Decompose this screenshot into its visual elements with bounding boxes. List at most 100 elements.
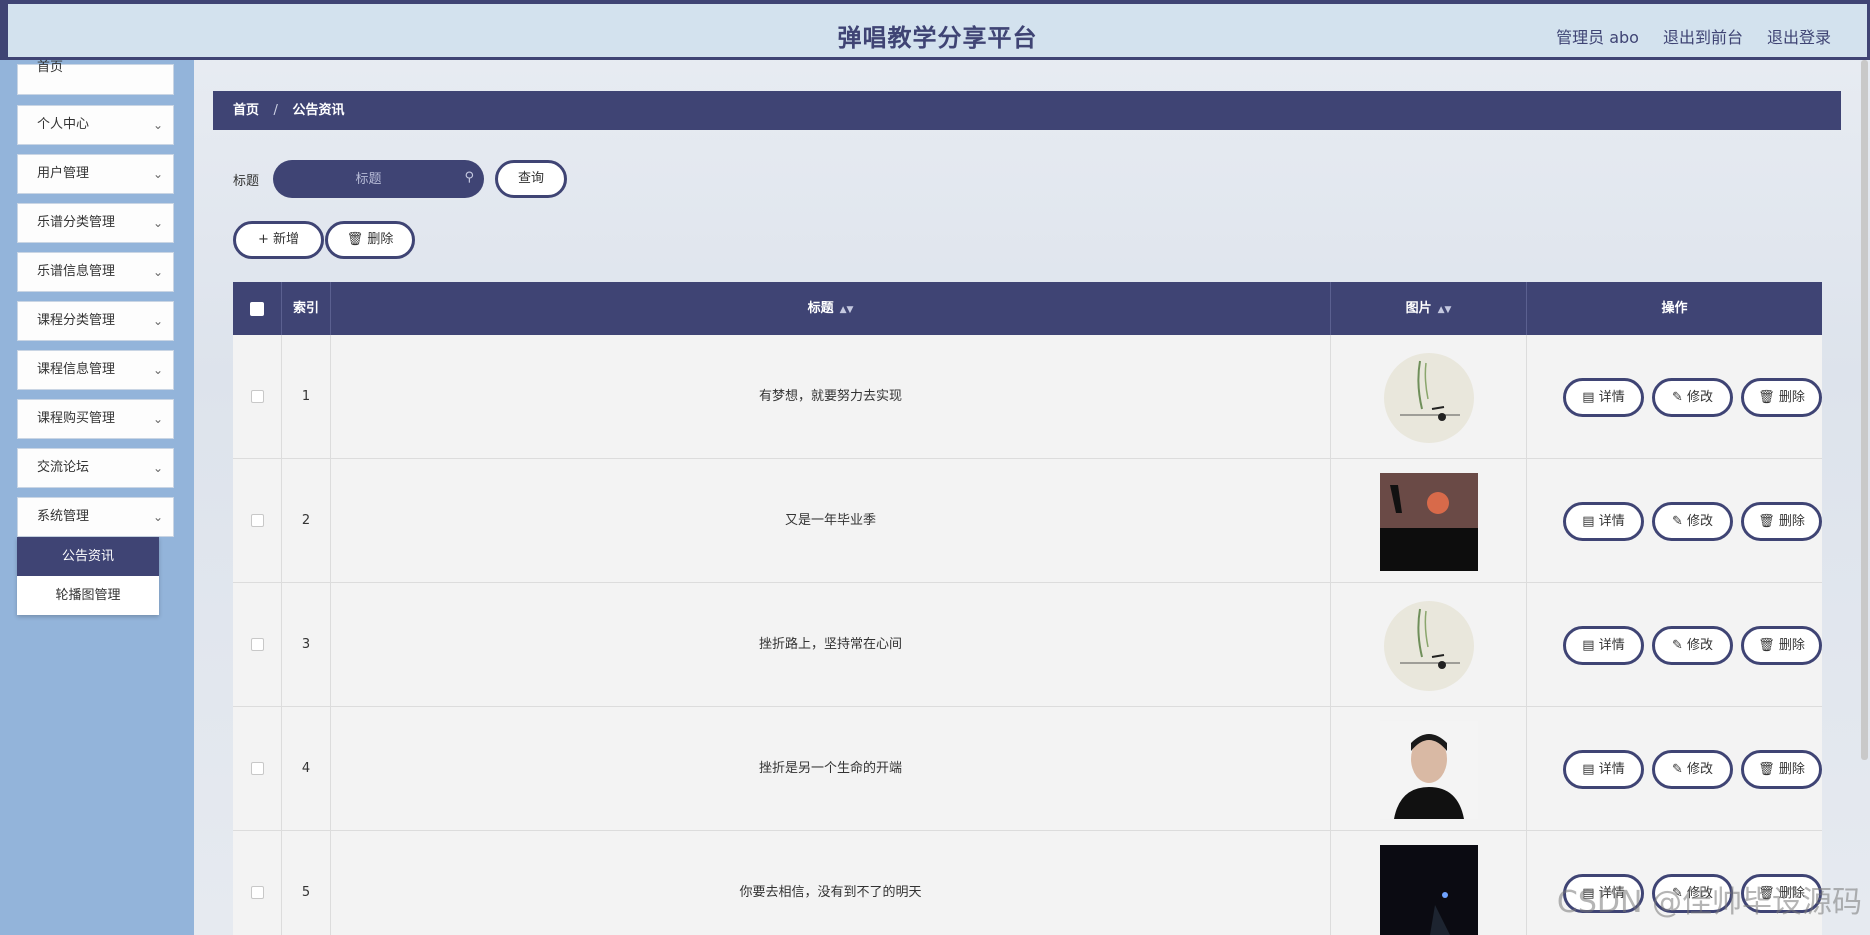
header-image[interactable]: 图片 ▲▼ xyxy=(1331,282,1527,335)
man-portrait-image[interactable] xyxy=(1380,721,1478,819)
sidebar-item-score-info[interactable]: 乐谱信息管理 ⌄ xyxy=(17,252,174,292)
header-index: 索引 xyxy=(282,282,331,335)
sidebar-item-profile[interactable]: 个人中心 ⌄ xyxy=(17,105,174,145)
row-select[interactable] xyxy=(233,583,282,707)
sidebar-item-course-purchase[interactable]: 课程购买管理 ⌄ xyxy=(17,399,174,439)
detail-button[interactable]: ▤ 详情 xyxy=(1563,378,1644,417)
sidebar-item-label: 交流论坛 xyxy=(37,460,90,475)
current-user: 管理员 abo xyxy=(1556,28,1639,47)
delete-button[interactable]: 🗑 删除 xyxy=(1741,626,1822,665)
row-image-cell xyxy=(1331,459,1527,583)
sidebar-item-course-info[interactable]: 课程信息管理 ⌄ xyxy=(17,350,174,390)
row-select[interactable] xyxy=(233,707,282,831)
logout-link[interactable]: 退出登录 xyxy=(1767,24,1831,48)
sort-icon[interactable]: ▲▼ xyxy=(1438,305,1452,315)
edit-label: 修改 xyxy=(1687,638,1714,653)
chevron-down-icon: ⌄ xyxy=(152,412,163,426)
header-links: 管理员 abo 退出到前台 退出登录 xyxy=(1556,24,1831,48)
detail-button[interactable]: ▤ 详情 xyxy=(1563,502,1644,541)
search-icon: ⚲ xyxy=(464,170,474,185)
row-title: 又是一年毕业季 xyxy=(331,459,1331,583)
edit-label: 修改 xyxy=(1687,514,1714,529)
row-checkbox[interactable] xyxy=(250,762,264,775)
night-dark-image[interactable] xyxy=(1380,845,1478,935)
header-select-all[interactable] xyxy=(233,282,282,335)
delete-label: 删除 xyxy=(1778,638,1805,653)
sidebar-item-score-category[interactable]: 乐谱分类管理 ⌄ xyxy=(17,203,174,243)
back-to-front-link[interactable]: 退出到前台 xyxy=(1663,24,1743,48)
top-header: 弹唱教学分享平台 管理员 abo 退出到前台 退出登录 xyxy=(0,0,1870,60)
chevron-down-icon: ⌄ xyxy=(152,461,163,475)
row-actions: ▤ 详情 ✎ 修改 🗑 删除 xyxy=(1546,335,1822,459)
edit-icon: ✎ xyxy=(1671,390,1683,405)
breadcrumb-home[interactable]: 首页 xyxy=(233,103,259,118)
row-actions: ▤ 详情 ✎ 修改 🗑 删除 xyxy=(1546,707,1822,831)
notice-table: 索引 标题 ▲▼ 图片 ▲▼ 操作 1 有梦想，就要努力去实现 ▤ 详情 ✎ 修改 … xyxy=(233,282,1822,935)
row-title: 挫折路上，坚持常在心间 xyxy=(331,583,1331,707)
delete-label: 删除 xyxy=(1778,762,1805,777)
sidebar-item-users[interactable]: 用户管理 ⌄ xyxy=(17,154,174,194)
edit-button[interactable]: ✎ 修改 xyxy=(1652,626,1733,665)
select-all-checkbox[interactable] xyxy=(250,301,264,316)
chevron-down-icon: ⌄ xyxy=(152,510,163,524)
willow-circle-image[interactable] xyxy=(1380,349,1478,447)
sidebar-item-system[interactable]: 系统管理 ⌄ xyxy=(17,497,174,537)
row-checkbox[interactable] xyxy=(250,638,264,651)
chevron-down-icon: ⌄ xyxy=(152,118,163,132)
detail-label: 详情 xyxy=(1598,390,1625,405)
row-index: 2 xyxy=(282,459,331,583)
breadcrumb-current: 公告资讯 xyxy=(292,103,345,118)
breadcrumb-separator: / xyxy=(273,103,278,118)
batch-delete-button[interactable]: 🗑 删除 xyxy=(325,221,415,259)
willow-circle-image[interactable] xyxy=(1380,597,1478,695)
chevron-down-icon: ⌄ xyxy=(152,363,163,377)
row-select[interactable] xyxy=(233,831,282,935)
sidebar-item-home[interactable]: 首页 xyxy=(17,61,174,95)
system-submenu: 公告资讯 轮播图管理 xyxy=(17,537,159,615)
trash-icon: 🗑 xyxy=(1758,762,1775,777)
edit-label: 修改 xyxy=(1687,390,1714,405)
watermark: CSDN @佳帅毕设源码 xyxy=(1556,885,1862,920)
table-row: 3 挫折路上，坚持常在心间 ▤ 详情 ✎ 修改 🗑 删除 xyxy=(233,583,1822,707)
detail-icon: ▤ xyxy=(1582,762,1595,777)
header-title[interactable]: 标题 ▲▼ xyxy=(331,282,1331,335)
detail-button[interactable]: ▤ 详情 xyxy=(1563,626,1644,665)
row-select[interactable] xyxy=(233,459,282,583)
submenu-item-carousel[interactable]: 轮播图管理 xyxy=(17,576,159,615)
row-checkbox[interactable] xyxy=(250,514,264,527)
edit-button[interactable]: ✎ 修改 xyxy=(1652,750,1733,789)
detail-label: 详情 xyxy=(1598,638,1625,653)
sidebar: 首页 个人中心 ⌄ 用户管理 ⌄ 乐谱分类管理 ⌄ 乐谱信息管理 ⌄ 课程分类管… xyxy=(0,60,194,935)
delete-label: 删除 xyxy=(1778,514,1805,529)
delete-label: 删除 xyxy=(1778,390,1805,405)
table-row: 4 挫折是另一个生命的开端 ▤ 详情 ✎ 修改 🗑 删除 xyxy=(233,707,1822,831)
detail-label: 详情 xyxy=(1598,762,1625,777)
submenu-item-notices[interactable]: 公告资讯 xyxy=(17,537,159,576)
row-title: 你要去相信，没有到不了的明天 xyxy=(331,831,1331,935)
row-image-cell xyxy=(1331,831,1527,935)
edit-button[interactable]: ✎ 修改 xyxy=(1652,502,1733,541)
sidebar-item-forum[interactable]: 交流论坛 ⌄ xyxy=(17,448,174,488)
row-select[interactable] xyxy=(233,335,282,459)
delete-button[interactable]: 🗑 删除 xyxy=(1741,750,1822,789)
sort-icon[interactable]: ▲▼ xyxy=(840,305,854,315)
query-button[interactable]: 查询 xyxy=(495,160,567,198)
delete-button[interactable]: 🗑 删除 xyxy=(1741,378,1822,417)
row-index: 5 xyxy=(282,831,331,935)
sidebar-item-label: 首页 xyxy=(37,60,64,75)
add-button[interactable]: + 新增 xyxy=(233,221,324,259)
detail-button[interactable]: ▤ 详情 xyxy=(1563,750,1644,789)
table-header: 索引 标题 ▲▼ 图片 ▲▼ 操作 xyxy=(233,282,1822,335)
sidebar-item-course-category[interactable]: 课程分类管理 ⌄ xyxy=(17,301,174,341)
sunset-silhouette-image[interactable] xyxy=(1380,473,1478,571)
row-checkbox[interactable] xyxy=(250,886,264,899)
header-index-label: 索引 xyxy=(292,301,319,316)
row-checkbox[interactable] xyxy=(250,390,264,403)
batch-delete-label: 删除 xyxy=(367,232,394,247)
edit-button[interactable]: ✎ 修改 xyxy=(1652,378,1733,417)
search-input[interactable] xyxy=(273,160,484,198)
breadcrumb: 首页 / 公告资讯 xyxy=(213,91,1841,130)
page-scrollbar[interactable] xyxy=(1861,60,1868,760)
delete-button[interactable]: 🗑 删除 xyxy=(1741,502,1822,541)
detail-icon: ▤ xyxy=(1582,514,1595,529)
